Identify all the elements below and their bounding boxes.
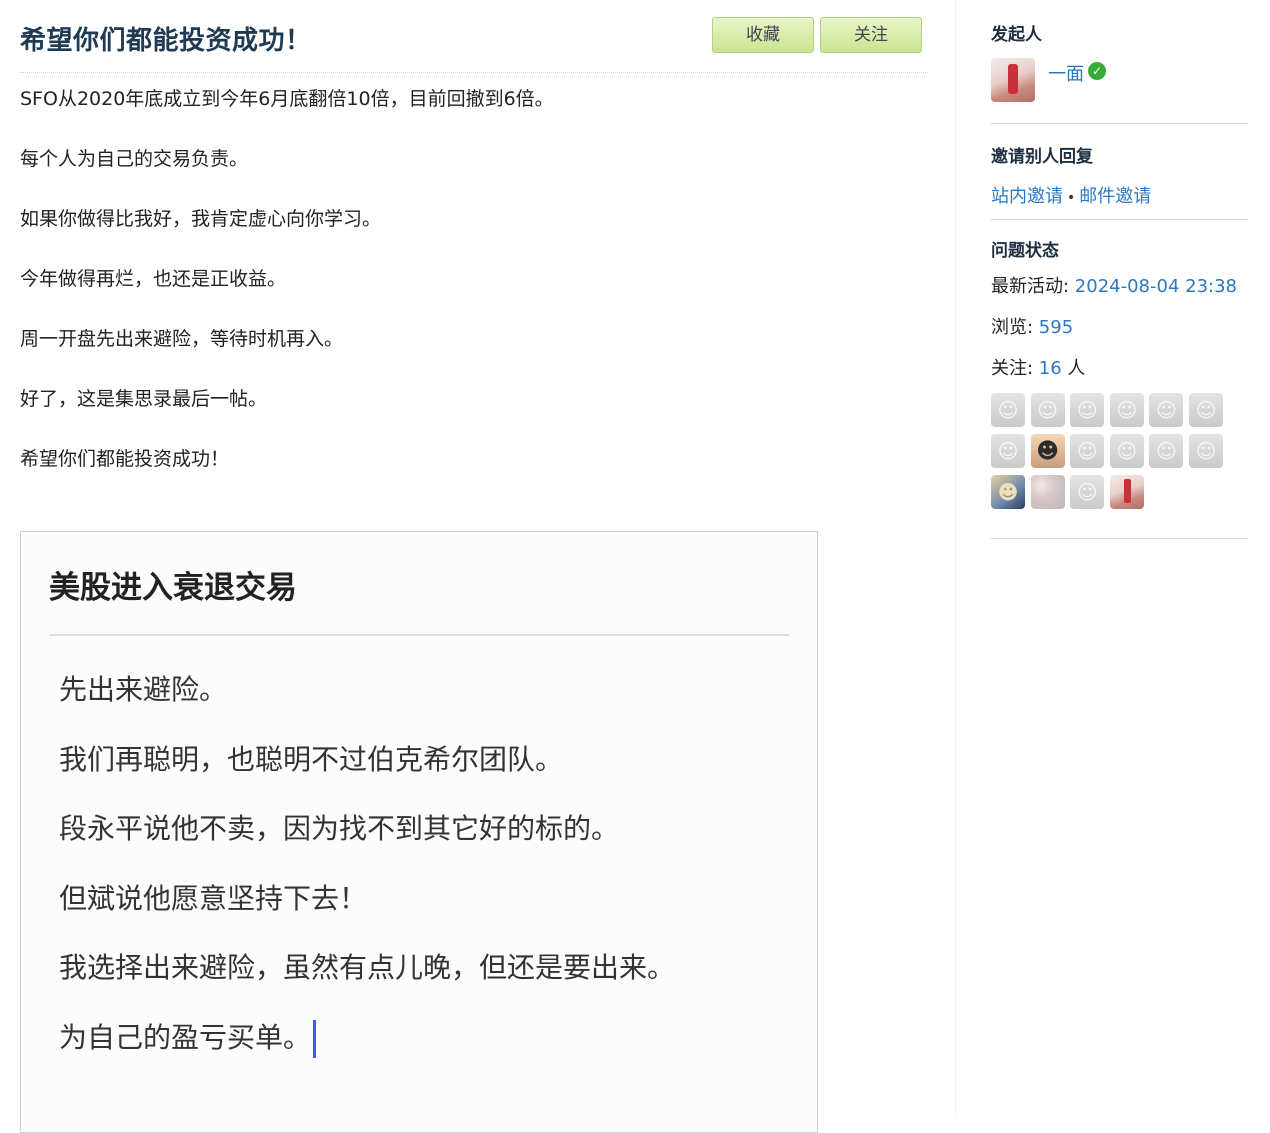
invite-links: 站内邀请 • 邮件邀请: [991, 182, 1151, 208]
image-text-line: 段永平说他不卖，因为找不到其它好的标的。: [59, 812, 620, 845]
column-divider: [955, 0, 956, 1114]
initiator-avatar[interactable]: [991, 58, 1035, 102]
status-heading: 问题状态: [991, 241, 1059, 261]
default-avatar[interactable]: [1189, 434, 1223, 468]
activity-label: 最新活动:: [991, 276, 1075, 297]
default-avatar[interactable]: [1070, 434, 1105, 468]
body-paragraph: 好了，这是集思录最后一帖。: [20, 388, 268, 410]
body-paragraph: 周一开盘先出来避险，等待时机再入。: [20, 328, 344, 350]
verified-check-icon: ✓: [1088, 62, 1106, 80]
followers-unit: 人: [1061, 358, 1086, 379]
default-avatar[interactable]: [1109, 393, 1144, 427]
image-title: 美股进入衰退交易: [49, 570, 297, 606]
default-avatar[interactable]: [991, 434, 1025, 468]
default-avatar[interactable]: [1030, 393, 1065, 427]
text-cursor: [313, 1019, 317, 1058]
question-main: 希望你们都能投资成功！ 收藏 关注 SFO从2020年底成立到今年6月底翻倍10…: [20, 0, 928, 505]
default-avatar[interactable]: [1189, 393, 1223, 427]
followers-value[interactable]: 16: [1039, 358, 1062, 379]
body-paragraph: SFO从2020年底成立到今年6月底翻倍10倍，目前回撤到6倍。: [20, 88, 554, 110]
activity-value[interactable]: 2024-08-04 23:38: [1075, 276, 1237, 297]
follower-count: 关注: 16 人: [991, 354, 1085, 380]
cartoon-face-avatar[interactable]: [1030, 434, 1065, 468]
image-text-line: 但斌说他愿意坚持下去！: [59, 881, 368, 915]
email-invite-link[interactable]: 邮件邀请: [1079, 186, 1151, 207]
question-body: SFO从2020年底成立到今年6月底翻倍10倍，目前回撤到6倍。 每个人为自己的…: [20, 85, 928, 473]
body-paragraph: 如果你做得比我好，我肯定虚心向你学习。: [20, 208, 382, 230]
views-label: 浏览:: [991, 317, 1039, 338]
embedded-screenshot-image[interactable]: 美股进入衰退交易 先出来避险。 我们再聪明，也聪明不过伯克希尔团队。 段永平说他…: [20, 531, 818, 1133]
red-figure-avatar[interactable]: [1109, 475, 1144, 509]
initiator-heading: 发起人: [991, 25, 1042, 45]
body-paragraph: 每个人为自己的交易负责。: [20, 148, 249, 170]
view-count: 浏览: 595: [991, 313, 1073, 339]
default-avatar[interactable]: [1149, 393, 1184, 427]
favorite-button[interactable]: 收藏: [712, 17, 814, 53]
default-avatar[interactable]: [1070, 393, 1105, 427]
bullet-separator: •: [1067, 190, 1076, 206]
latest-activity: 最新活动: 2024-08-04 23:38: [991, 272, 1237, 298]
image-text-lines: 先出来避险。 我们再聪明，也聪明不过伯克希尔团队。 段永平说他不卖，因为找不到其…: [59, 670, 675, 1087]
image-text-line: 我选择出来避险，虽然有点儿晚，但还是要出来。: [59, 951, 676, 984]
page-title: 希望你们都能投资成功！: [20, 26, 312, 56]
default-avatar[interactable]: [1109, 434, 1144, 468]
default-avatar[interactable]: [991, 393, 1025, 427]
body-paragraph: 今年做得再烂，也还是正收益。: [20, 268, 287, 290]
invite-section: 邀请别人回复 站内邀请 • 邮件邀请: [991, 124, 1248, 220]
invite-heading: 邀请别人回复: [991, 147, 1093, 167]
sidebar: 发起人 一面 ✓ 邀请别人回复 站内邀请 • 邮件邀请 问题状态 最新活动: 202…: [991, 0, 1248, 539]
man-photo-avatar[interactable]: [991, 475, 1025, 509]
views-value: 595: [1038, 317, 1074, 338]
default-avatar[interactable]: [1149, 434, 1184, 468]
white-texture-avatar[interactable]: [1030, 475, 1065, 509]
body-paragraph: 希望你们都能投资成功！: [20, 448, 230, 470]
follow-button[interactable]: 关注: [820, 17, 922, 53]
image-text-line: 先出来避险。: [59, 673, 228, 706]
image-text-line-text: 为自己的盈亏买单。: [59, 1020, 312, 1054]
followers-label: 关注:: [991, 358, 1039, 379]
image-divider: [49, 634, 789, 636]
default-avatar[interactable]: [1070, 475, 1105, 509]
image-text-line-last: 为自己的盈亏买单。: [59, 1018, 675, 1058]
initiator-section: 发起人 一面 ✓: [991, 0, 1248, 124]
initiator-username-link[interactable]: 一面: [1048, 60, 1084, 86]
status-section: 问题状态 最新活动: 2024-08-04 23:38 浏览: 595 关注: …: [991, 220, 1248, 539]
onsite-invite-link[interactable]: 站内邀请: [991, 186, 1063, 207]
title-row: 希望你们都能投资成功！ 收藏 关注: [20, 0, 928, 73]
image-text-line: 我们再聪明，也聪明不过伯克希尔团队。: [59, 742, 564, 776]
